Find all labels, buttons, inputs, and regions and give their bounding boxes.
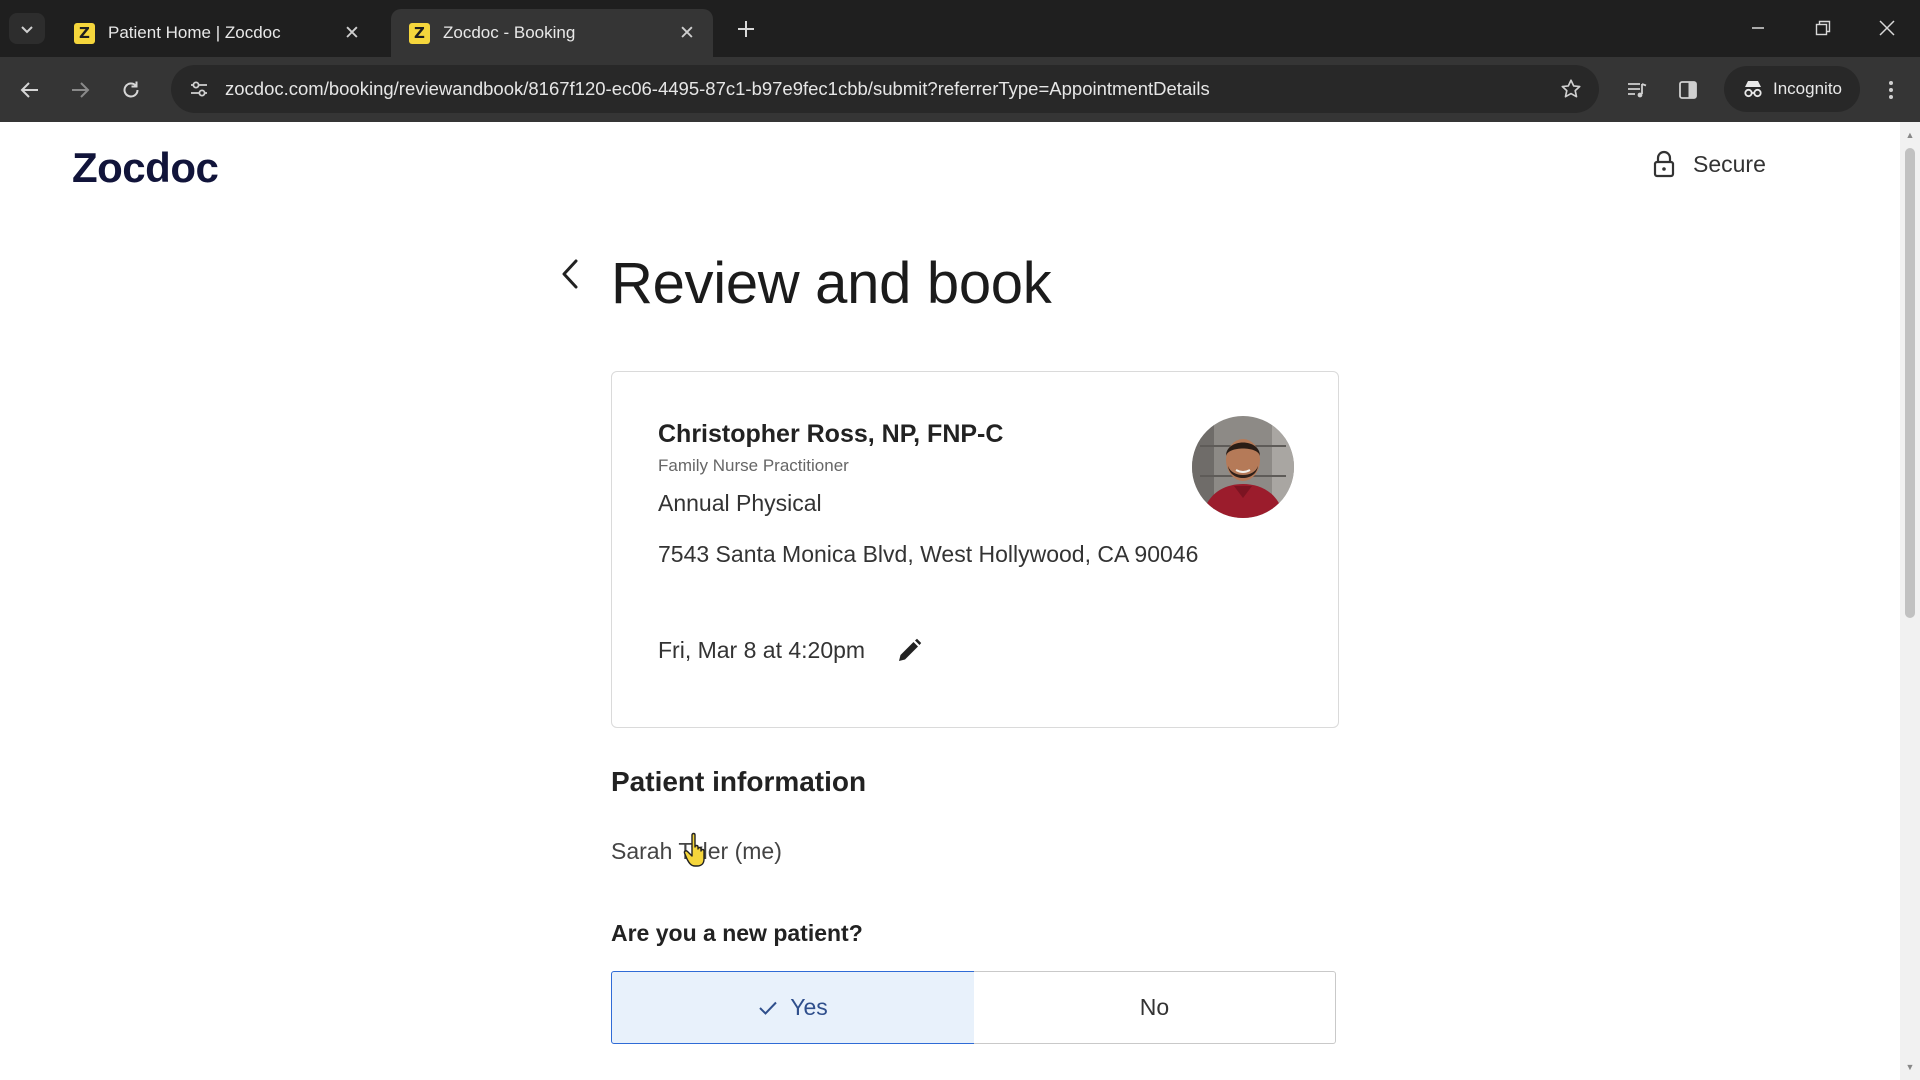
incognito-icon <box>1744 81 1762 98</box>
secure-label: Secure <box>1693 150 1766 177</box>
provider-specialty: Family Nurse Practitioner <box>658 456 849 475</box>
browser-toolbar: zocdoc.com/booking/reviewandbook/8167f12… <box>0 57 1920 122</box>
patient-info-heading: Patient information <box>611 766 867 797</box>
page-title: Review and book <box>611 251 1052 316</box>
new-tab-button[interactable] <box>731 14 761 44</box>
plus-icon <box>738 21 754 37</box>
site-info-button[interactable] <box>177 67 221 111</box>
reload-icon <box>123 81 139 98</box>
minimize-icon <box>1752 27 1764 29</box>
edit-appointment-time-button[interactable] <box>894 636 924 666</box>
close-tab-icon[interactable]: ✕ <box>675 22 699 45</box>
tune-icon <box>191 81 207 97</box>
provider-photo <box>1192 416 1294 518</box>
bookmark-button[interactable] <box>1551 69 1591 109</box>
side-panel-icon <box>1679 81 1697 99</box>
restore-button[interactable] <box>1803 12 1843 44</box>
tab-title: Zocdoc - Booking <box>443 23 576 42</box>
chevron-left-icon <box>562 259 578 289</box>
chevron-down-icon <box>21 25 33 33</box>
media-controls-button[interactable] <box>1620 73 1654 107</box>
close-icon <box>1879 20 1895 36</box>
browser-tab-strip: Z Patient Home | Zocdoc ✕ Z Zocdoc - Boo… <box>0 0 1920 57</box>
page-scrollbar[interactable]: ▲ ▼ <box>1900 122 1920 1080</box>
incognito-label: Incognito <box>1773 79 1842 98</box>
tab-patient-home[interactable]: Z Patient Home | Zocdoc ✕ <box>56 9 378 57</box>
provider-avatar <box>1192 416 1294 518</box>
zocdoc-favicon-icon: Z <box>74 22 95 44</box>
arrow-left-icon <box>20 82 38 98</box>
close-tab-icon[interactable]: ✕ <box>340 22 364 45</box>
new-patient-no-button[interactable]: No <box>974 971 1336 1044</box>
incognito-badge[interactable]: Incognito <box>1724 66 1860 112</box>
minimize-button[interactable] <box>1738 12 1778 44</box>
zocdoc-logo[interactable]: Zocdoc <box>72 144 219 192</box>
back-link[interactable] <box>553 254 587 294</box>
secure-indicator: Secure <box>1653 150 1766 178</box>
zocdoc-favicon-icon: Z <box>409 22 430 44</box>
tab-title: Patient Home | Zocdoc <box>108 23 281 42</box>
page-viewport: Zocdoc Secure Review and book Christophe… <box>0 122 1920 1080</box>
scroll-down-arrow-icon[interactable]: ▼ <box>1905 1062 1915 1072</box>
lock-icon <box>1653 150 1675 178</box>
appointment-summary-card: Christopher Ross, NP, FNP-C Family Nurse… <box>611 371 1339 728</box>
yes-label: Yes <box>790 994 828 1020</box>
browser-menu-button[interactable] <box>1874 73 1908 107</box>
new-patient-yes-button[interactable]: Yes <box>611 971 975 1044</box>
reload-button[interactable] <box>114 73 148 107</box>
provider-name[interactable]: Christopher Ross, NP, FNP-C <box>658 420 1003 449</box>
tab-booking[interactable]: Z Zocdoc - Booking ✕ <box>391 9 713 57</box>
pencil-icon <box>899 638 922 661</box>
star-icon <box>1561 79 1581 98</box>
hand-pointer-cursor-icon <box>683 832 705 867</box>
address-bar[interactable]: zocdoc.com/booking/reviewandbook/8167f12… <box>171 65 1599 113</box>
scroll-up-arrow-icon[interactable]: ▲ <box>1905 130 1915 140</box>
back-button[interactable] <box>13 73 47 107</box>
playlist-icon <box>1628 83 1647 98</box>
arrow-right-icon <box>72 82 90 98</box>
checkmark-icon <box>759 1001 777 1015</box>
scrollbar-thumb[interactable] <box>1905 148 1915 618</box>
appointment-datetime: Fri, Mar 8 at 4:20pm <box>658 637 866 663</box>
close-window-button[interactable] <box>1867 12 1907 44</box>
restore-icon <box>1815 20 1831 36</box>
url-text[interactable]: zocdoc.com/booking/reviewandbook/8167f12… <box>225 78 1551 100</box>
no-label: No <box>1139 994 1170 1020</box>
kebab-menu-icon <box>1889 81 1893 99</box>
new-patient-question: Are you a new patient? <box>611 920 863 946</box>
tab-search-button[interactable] <box>9 13 45 44</box>
side-panel-button[interactable] <box>1671 73 1705 107</box>
office-address: 7543 Santa Monica Blvd, West Hollywood, … <box>658 541 1199 567</box>
forward-button[interactable] <box>63 73 97 107</box>
visit-reason: Annual Physical <box>658 490 822 516</box>
